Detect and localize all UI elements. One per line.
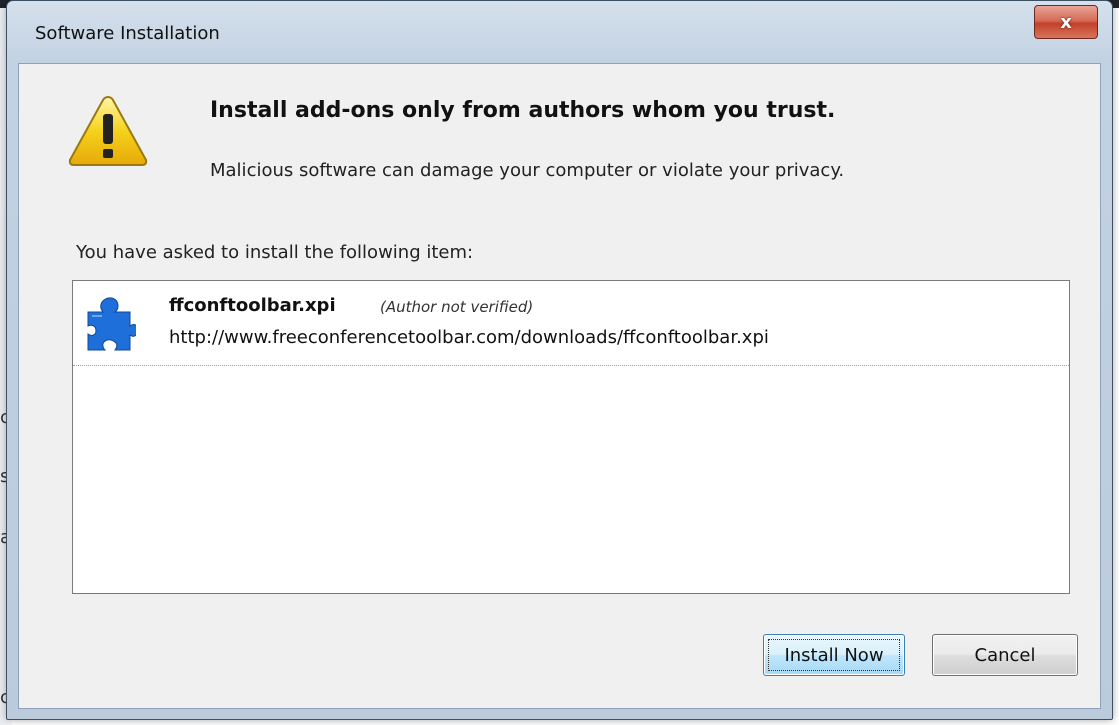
close-icon: x [1060, 11, 1072, 33]
install-item-list[interactable]: ffconftoolbar.xpi (Author not verified) … [72, 280, 1070, 594]
cancel-button[interactable]: Cancel [932, 634, 1078, 676]
software-installation-dialog: Software Installation x Install add-ons … [6, 0, 1113, 720]
cancel-label: Cancel [974, 644, 1036, 666]
close-button[interactable]: x [1034, 5, 1098, 39]
install-prompt-label: You have asked to install the following … [76, 242, 474, 263]
install-now-button[interactable]: Install Now [763, 634, 905, 676]
warning-headline: Install add-ons only from authors whom y… [210, 98, 836, 123]
warning-subline: Malicious software can damage your compu… [210, 160, 845, 181]
dialog-content: Install add-ons only from authors whom y… [18, 63, 1101, 709]
item-url: http://www.freeconferencetoolbar.com/dow… [169, 327, 769, 348]
title-bar[interactable]: Software Installation x [7, 1, 1112, 63]
item-author-status: (Author not verified) [380, 298, 534, 316]
item-filename: ffconftoolbar.xpi [169, 295, 336, 316]
window-title: Software Installation [35, 23, 220, 44]
list-item[interactable]: ffconftoolbar.xpi (Author not verified) … [73, 281, 1069, 366]
puzzle-piece-icon [87, 297, 136, 351]
focus-ring [768, 639, 900, 671]
warning-triangle-icon [68, 95, 148, 166]
